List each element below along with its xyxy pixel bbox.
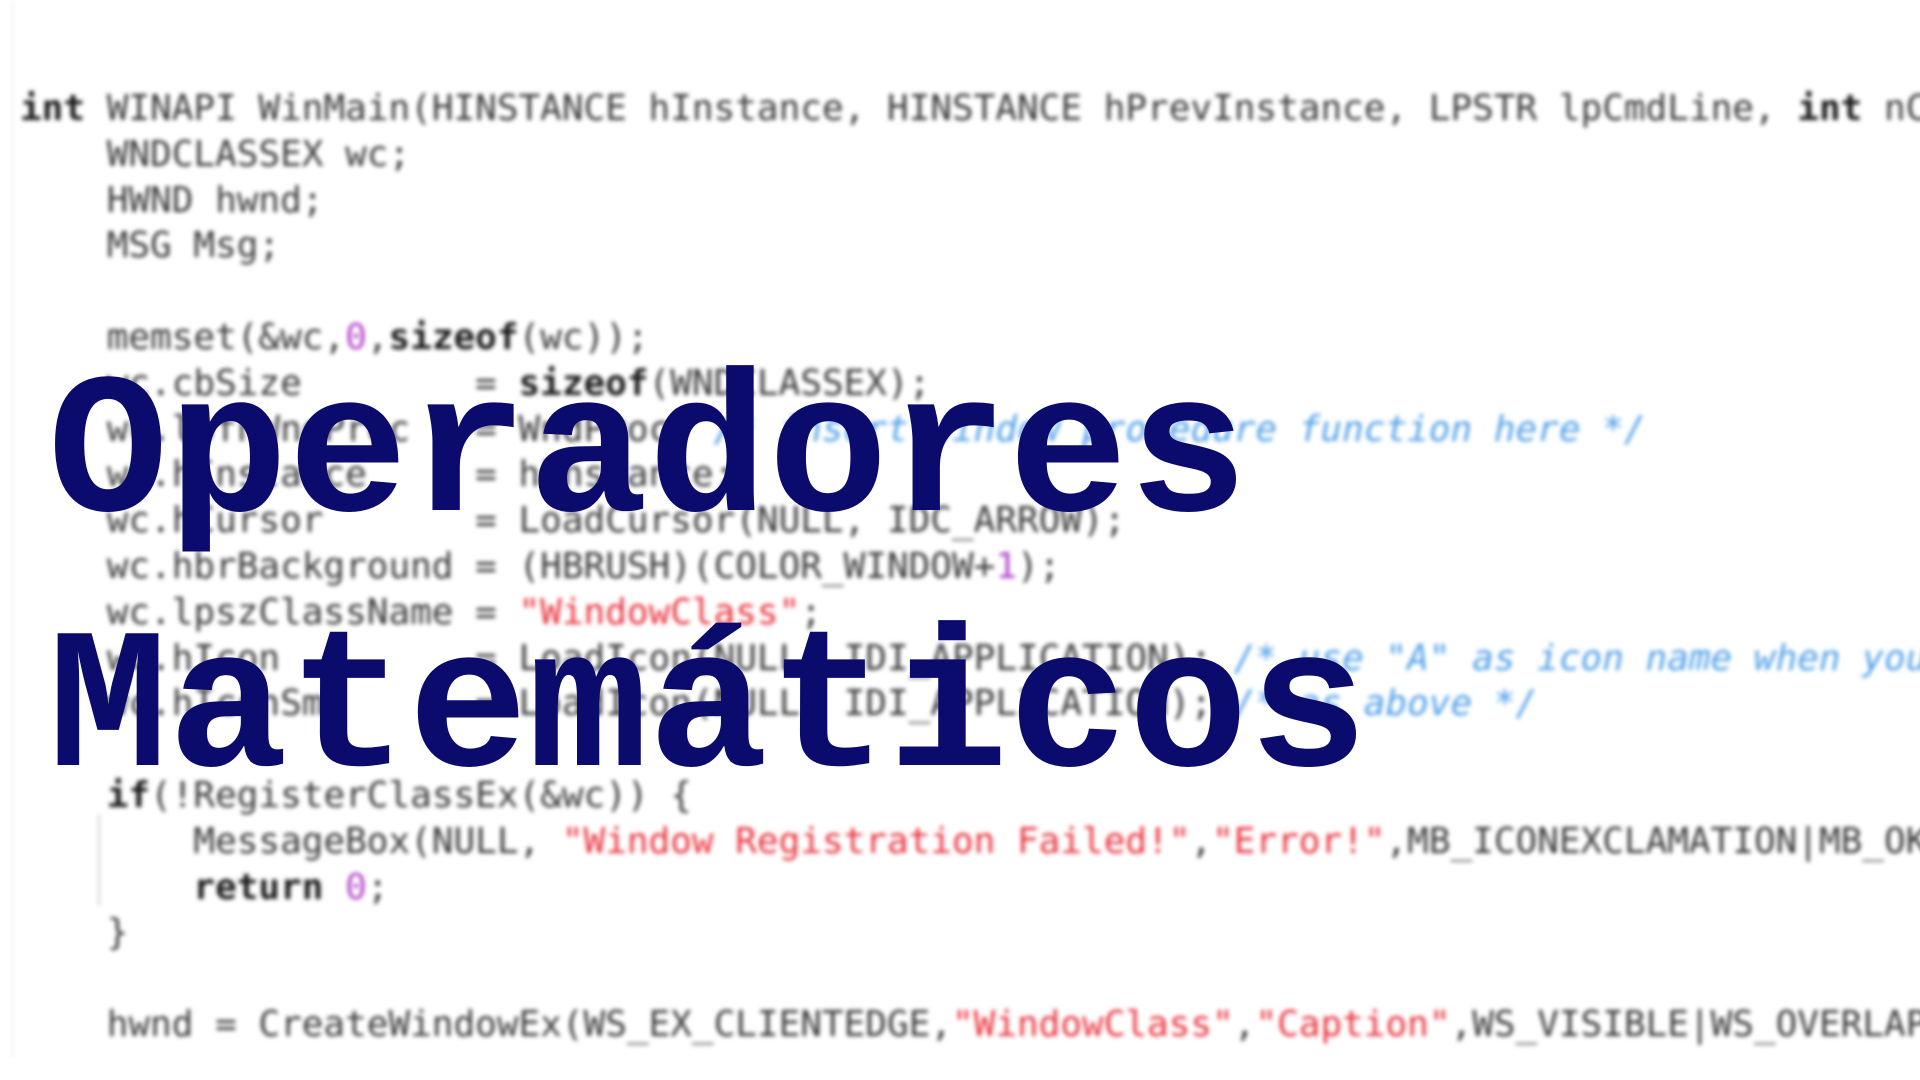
code-line: int WINAPI WinMain(HINSTANCE hInstance, … — [20, 86, 1920, 132]
editor-gutter-line — [12, 0, 13, 1060]
code-token: } — [20, 912, 129, 954]
thumbnail-stage: int WINAPI WinMain(HINSTANCE hInstance, … — [0, 0, 1920, 1080]
code-line: hwnd = CreateWindowEx(WS_EX_CLIENTEDGE,"… — [20, 1002, 1920, 1048]
code-token: WINAPI WinMain(HINSTANCE hInstance, HINS… — [85, 88, 1798, 129]
code-token: WNDCLASSEX wc; — [20, 133, 411, 175]
code-token: MSG Msg; — [20, 225, 281, 267]
code-token: ,WS_VISIBLE|WS_OVERLAPPEDWINDOW, — [1450, 1003, 1920, 1045]
code-token: , — [1233, 1003, 1256, 1045]
code-token: int — [20, 88, 86, 129]
code-token: int — [1797, 88, 1863, 129]
code-line: WNDCLASSEX wc; — [20, 132, 1920, 178]
code-token: "WindowClass" — [951, 1003, 1234, 1045]
overlay-title: Operadores Matemáticos — [48, 330, 1368, 840]
code-line: return 0; — [20, 865, 1920, 911]
code-token: HWND hwnd; — [20, 179, 324, 221]
code-token: ; — [366, 866, 389, 908]
code-token: "Caption" — [1255, 1003, 1451, 1045]
code-line: } — [20, 910, 1920, 956]
code-token: ,MB_ICONEXCLAMATION|MB_OK); — [1385, 820, 1920, 862]
bottom-margin — [0, 1058, 1920, 1080]
overlay-title-line-1: Operadores — [48, 344, 1249, 571]
code-line: HWND hwnd; — [20, 178, 1920, 224]
code-token: nCmdShow — [1883, 88, 1920, 129]
code-token: 0 — [345, 866, 367, 908]
code-line: MSG Msg; — [20, 223, 1920, 269]
overlay-title-line-2: Matemáticos — [48, 599, 1369, 826]
code-token: hwnd = CreateWindowEx(WS_EX_CLIENTEDGE, — [20, 1003, 952, 1045]
code-token: return — [193, 866, 324, 908]
